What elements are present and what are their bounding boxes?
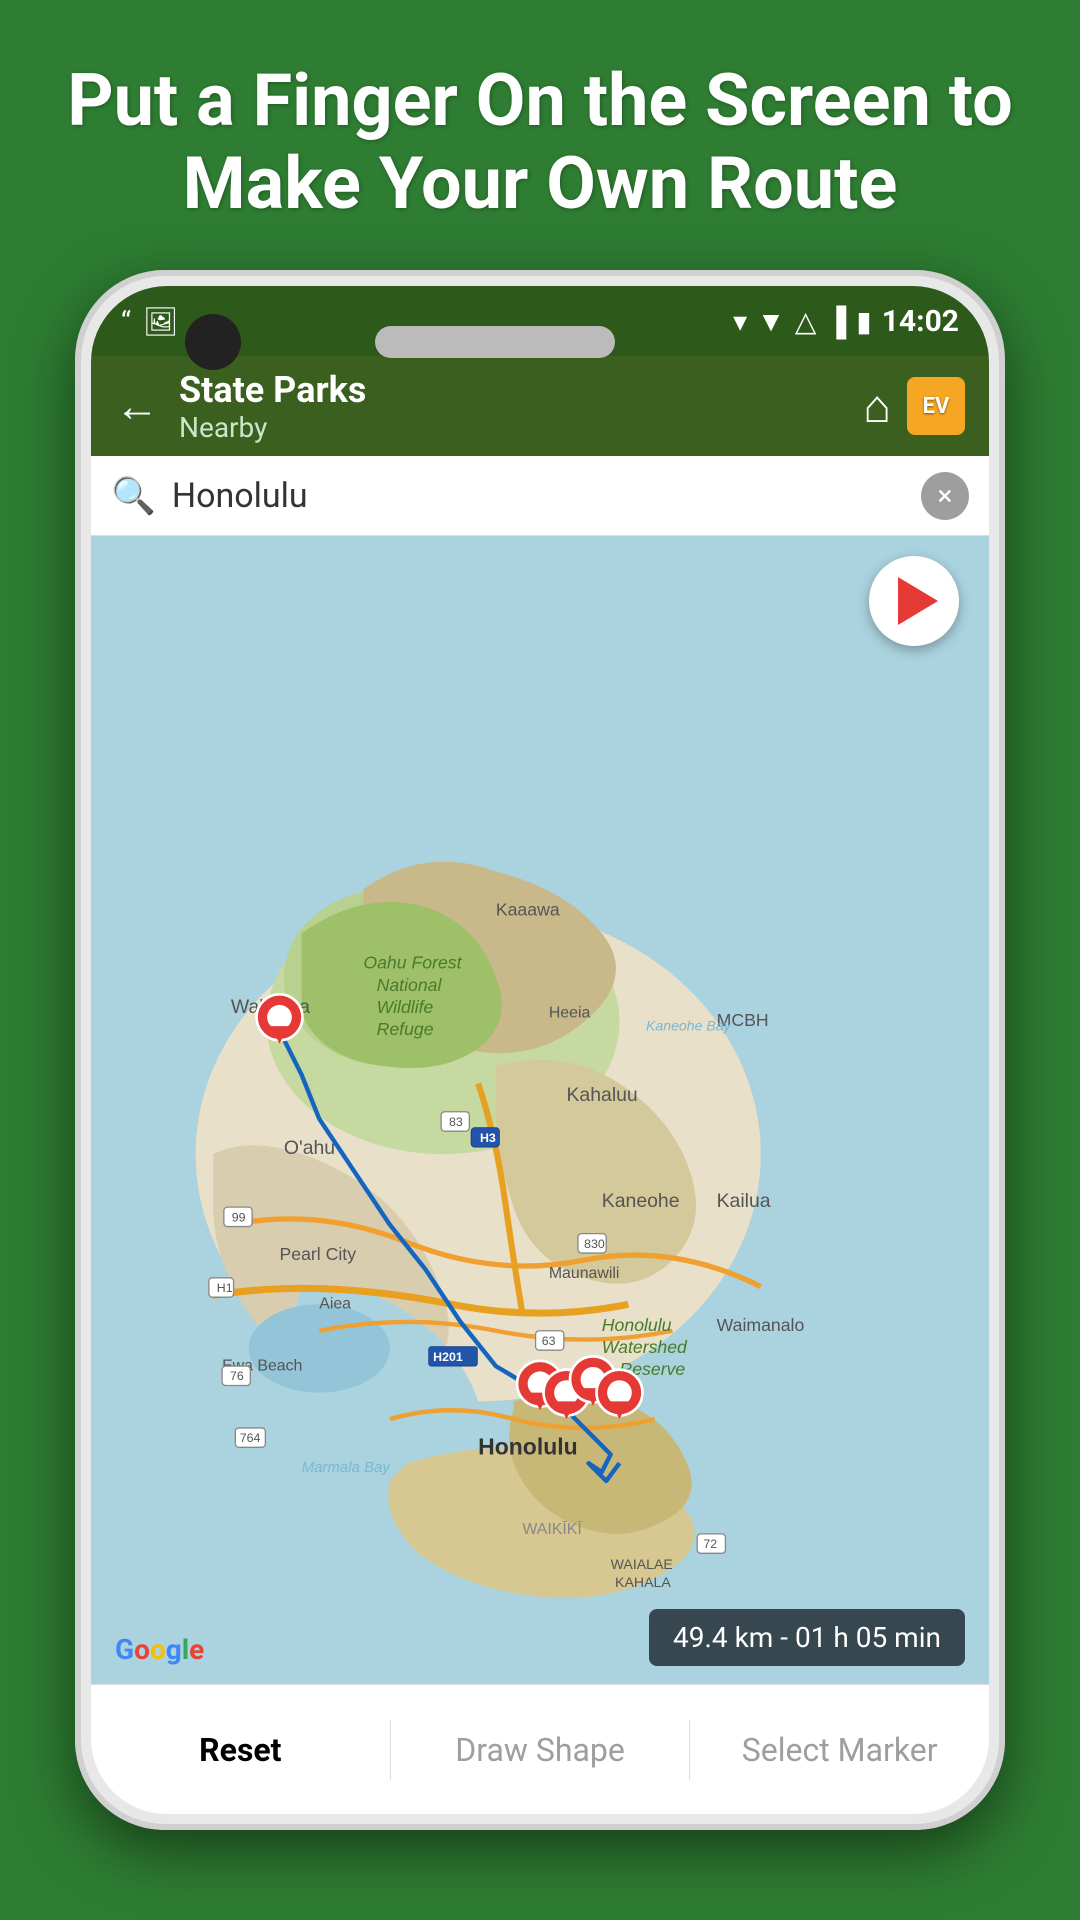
- google-e: e: [189, 1633, 204, 1666]
- quote-icon: “: [121, 305, 131, 338]
- play-icon: [898, 577, 938, 625]
- svg-text:63: 63: [542, 1334, 556, 1348]
- google-o1: o: [134, 1633, 150, 1666]
- draw-shape-button[interactable]: Draw Shape: [391, 1685, 690, 1814]
- svg-text:Kaaawa: Kaaawa: [496, 900, 560, 920]
- svg-text:Refuge: Refuge: [377, 1019, 434, 1039]
- wifi-icon: ▼: [757, 305, 785, 338]
- svg-text:Kailua: Kailua: [717, 1190, 771, 1212]
- image-icon: 🖼: [143, 305, 179, 338]
- phone-frame: “ 🖼 ▾ ▼ △ ▐ ▮ 14:02 ← State Parks Nearby…: [75, 270, 1005, 1830]
- svg-text:Pearl City: Pearl City: [279, 1244, 356, 1264]
- svg-text:Marmala Bay: Marmala Bay: [302, 1459, 392, 1476]
- toolbar: ← State Parks Nearby ⌂ EV: [91, 356, 989, 456]
- battery-icon: ▮: [856, 305, 871, 338]
- svg-text:830: 830: [584, 1237, 605, 1251]
- svg-text:764: 764: [240, 1431, 261, 1445]
- signal-icon: △: [795, 305, 817, 338]
- svg-text:76: 76: [230, 1369, 244, 1383]
- location-icon: ▾: [733, 305, 747, 338]
- ev-button[interactable]: EV: [907, 377, 965, 435]
- toolbar-actions: ⌂ EV: [863, 377, 965, 435]
- reset-label: Reset: [199, 1731, 281, 1769]
- signal-bars-icon: ▐: [826, 305, 846, 338]
- google-g2: g: [166, 1633, 182, 1666]
- toolbar-subtitle: Nearby: [179, 411, 863, 444]
- search-close-button[interactable]: ×: [921, 472, 969, 520]
- reset-button[interactable]: Reset: [91, 1685, 390, 1814]
- status-left-icons: “ 🖼: [121, 305, 178, 338]
- header-title: Put a Finger On the Screen to Make Your …: [0, 60, 1080, 226]
- svg-text:83: 83: [449, 1115, 463, 1129]
- back-button[interactable]: ←: [115, 380, 159, 432]
- play-button[interactable]: [869, 556, 959, 646]
- svg-text:Heeia: Heeia: [549, 1004, 591, 1021]
- close-icon: ×: [938, 479, 953, 512]
- phone-camera: [185, 314, 241, 370]
- toolbar-title-block: State Parks Nearby: [179, 369, 863, 444]
- google-logo: Google: [115, 1633, 204, 1666]
- draw-shape-label: Draw Shape: [455, 1731, 625, 1769]
- search-icon: 🔍: [111, 475, 156, 517]
- svg-text:KAHALA: KAHALA: [615, 1574, 671, 1590]
- svg-text:H3: H3: [480, 1131, 496, 1145]
- bottom-bar: Reset Draw Shape Select Marker: [91, 1684, 989, 1814]
- svg-text:Aiea: Aiea: [319, 1296, 351, 1313]
- svg-text:Honolulu: Honolulu: [602, 1315, 672, 1335]
- select-marker-button[interactable]: Select Marker: [690, 1685, 989, 1814]
- google-g: G: [115, 1633, 134, 1666]
- toolbar-title: State Parks: [179, 369, 863, 411]
- status-right-icons: ▾ ▼ △ ▐ ▮ 14:02: [733, 304, 959, 339]
- svg-text:99: 99: [232, 1210, 246, 1224]
- ev-label: EV: [923, 394, 950, 419]
- svg-text:Kaneohe: Kaneohe: [602, 1190, 680, 1212]
- svg-text:Maunawili: Maunawili: [549, 1265, 620, 1282]
- svg-text:Watershed: Watershed: [602, 1337, 688, 1357]
- phone-speaker: [375, 326, 615, 358]
- svg-text:Honolulu: Honolulu: [478, 1433, 577, 1459]
- svg-text:Oahu Forest: Oahu Forest: [363, 953, 462, 973]
- svg-text:National: National: [377, 975, 443, 995]
- svg-text:WAIALAE: WAIALAE: [611, 1556, 673, 1572]
- svg-text:Kaneohe Bay: Kaneohe Bay: [646, 1018, 732, 1034]
- svg-text:H201: H201: [433, 1350, 463, 1364]
- svg-text:Kahaluu: Kahaluu: [566, 1084, 637, 1106]
- svg-text:72: 72: [703, 1537, 717, 1551]
- search-bar: 🔍 Honolulu ×: [91, 456, 989, 536]
- map-area[interactable]: Wahiawa Oahu Forest National Wildlife Re…: [91, 536, 989, 1684]
- home-button[interactable]: ⌂: [863, 379, 891, 434]
- distance-badge: 49.4 km - 01 h 05 min: [649, 1609, 965, 1666]
- svg-text:WAIKĪKĪ: WAIKĪKĪ: [522, 1520, 582, 1538]
- google-o2: o: [150, 1633, 166, 1666]
- svg-text:Waimanalo: Waimanalo: [717, 1315, 805, 1335]
- phone-screen: “ 🖼 ▾ ▼ △ ▐ ▮ 14:02 ← State Parks Nearby…: [91, 286, 989, 1814]
- map-svg: Wahiawa Oahu Forest National Wildlife Re…: [91, 536, 989, 1684]
- select-marker-label: Select Marker: [742, 1731, 938, 1769]
- svg-text:Wildlife: Wildlife: [377, 997, 434, 1017]
- search-input[interactable]: Honolulu: [172, 476, 921, 516]
- svg-text:O'ahu: O'ahu: [284, 1137, 335, 1159]
- status-time: 14:02: [882, 304, 959, 339]
- svg-text:H1: H1: [217, 1281, 233, 1295]
